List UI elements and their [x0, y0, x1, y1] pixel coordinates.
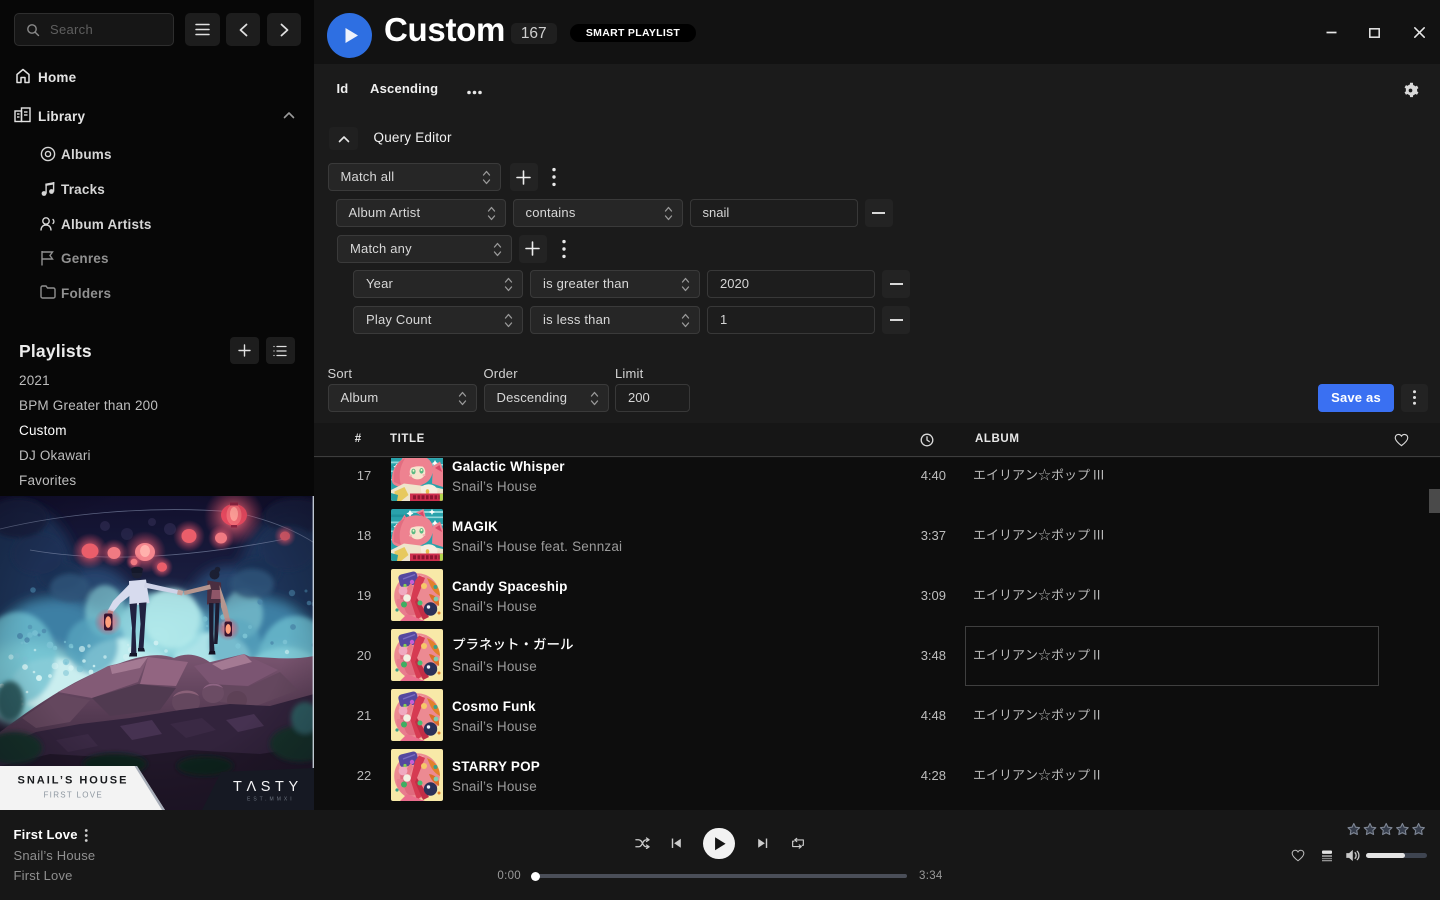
- svg-text:FIRST LOVE: FIRST LOVE: [44, 791, 104, 800]
- svg-text:TΛSTY: TΛSTY: [233, 779, 303, 795]
- svg-text:EST.MMXI: EST.MMXI: [247, 797, 295, 803]
- svg-text:SNAIL’S HOUSE: SNAIL’S HOUSE: [18, 775, 129, 787]
